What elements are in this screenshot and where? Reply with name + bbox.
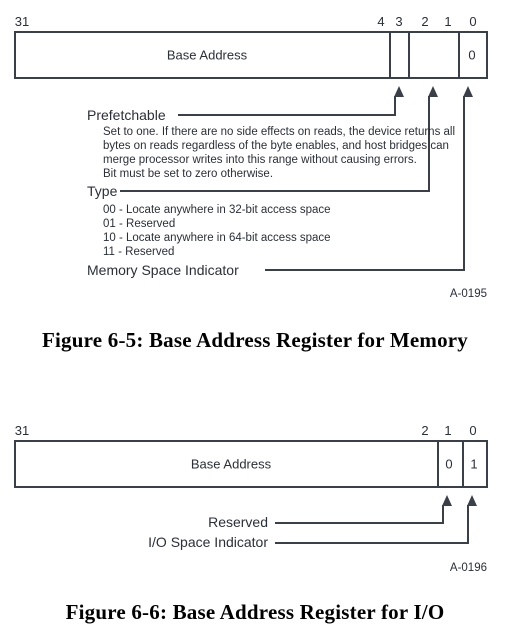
bit-number-2-io: 2 — [421, 423, 429, 438]
callout-title-prefetchable: Prefetchable — [87, 107, 166, 123]
bit-number-1-io: 1 — [444, 423, 452, 438]
leader-memory-space-indicator-horizontal — [265, 269, 465, 271]
leader-type-horizontal — [120, 190, 430, 192]
callout-option-type-01: 01 - Reserved — [103, 218, 176, 230]
leader-io-space-indicator-horizontal — [275, 542, 469, 544]
bit-number-4: 4 — [377, 14, 385, 29]
callout-description-prefetchable-line2: bytes on reads regardless of the byte en… — [103, 140, 449, 152]
bit-number-1: 1 — [444, 14, 452, 29]
callout-title-reserved: Reserved — [208, 514, 268, 530]
leader-reserved-horizontal — [275, 522, 444, 524]
bit-number-0: 0 — [469, 14, 477, 29]
callout-title-memory-space-indicator: Memory Space Indicator — [87, 262, 239, 278]
figure-caption-io: Figure 6-6: Base Address Register for I/… — [65, 600, 445, 624]
cell-divider-bit1-bit0 — [458, 33, 460, 77]
leader-memory-space-indicator-vertical — [463, 96, 465, 271]
cell-divider-bit4-bit3 — [389, 33, 391, 77]
callout-title-type: Type — [87, 183, 118, 199]
reference-tag-memory: A-0195 — [449, 288, 487, 300]
cell-value-reserved-io: 0 — [445, 456, 453, 472]
callout-description-prefetchable-line3: merge processor writes into this range w… — [103, 154, 417, 166]
field-label-base-address-memory: Base Address — [166, 47, 248, 63]
leader-reserved-vertical — [442, 505, 444, 524]
leader-io-space-indicator-vertical — [467, 505, 469, 544]
callout-option-type-00: 00 - Locate anywhere in 32-bit access sp… — [103, 204, 331, 216]
callout-description-prefetchable-line1: Set to one. If there are no side effects… — [103, 126, 456, 138]
bit-number-2: 2 — [421, 14, 429, 29]
bit-number-31-io: 31 — [14, 423, 30, 438]
cell-value-memory-space-indicator: 0 — [468, 47, 476, 63]
register-box-memory — [14, 31, 488, 79]
leader-prefetchable-vertical — [394, 96, 396, 116]
bit-number-31: 31 — [14, 14, 30, 29]
figure-caption-memory: Figure 6-5: Base Address Register for Me… — [41, 328, 468, 352]
callout-option-type-10: 10 - Locate anywhere in 64-bit access sp… — [103, 232, 331, 244]
reference-tag-io: A-0196 — [449, 562, 487, 574]
callout-title-io-space-indicator: I/O Space Indicator — [148, 534, 268, 550]
cell-divider-bit3-bit2 — [408, 33, 410, 77]
callout-option-type-11: 11 - Reserved — [103, 246, 175, 258]
leader-prefetchable-horizontal — [178, 114, 396, 116]
callout-description-prefetchable-line4: Bit must be set to zero otherwise. — [103, 168, 274, 180]
field-label-base-address-io: Base Address — [190, 456, 272, 472]
cell-value-io-space-indicator: 1 — [470, 456, 478, 472]
bit-number-3: 3 — [395, 14, 403, 29]
bit-number-0-io: 0 — [469, 423, 477, 438]
